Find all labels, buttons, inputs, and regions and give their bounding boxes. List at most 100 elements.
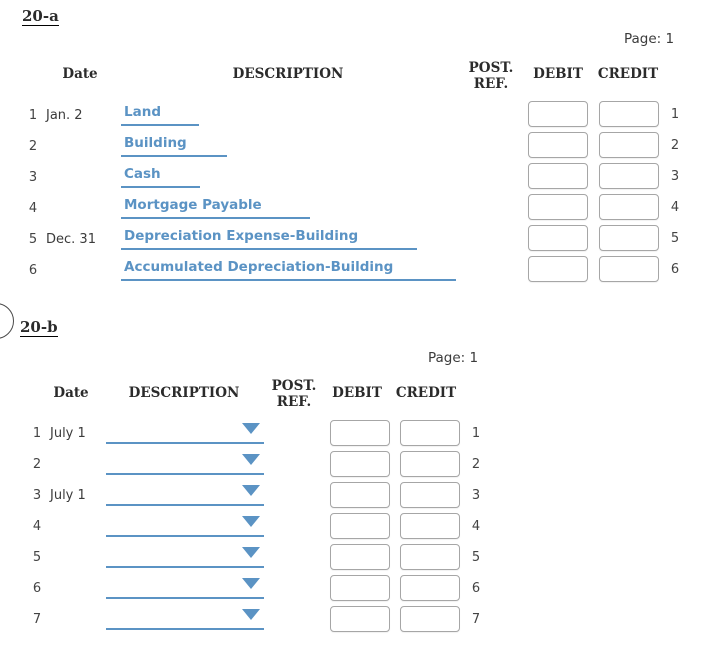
debit-input[interactable]	[330, 420, 390, 446]
header-post-ref-line1-20b: POST.	[271, 378, 317, 394]
row-number-right: 6	[471, 581, 481, 596]
header-description-20a: DESCRIPTION	[232, 66, 344, 82]
row-number-right: 7	[471, 612, 481, 627]
section-label-20a: 20-a	[22, 7, 59, 26]
select-underline	[106, 472, 264, 475]
row-number-right: 1	[670, 107, 680, 122]
description-select[interactable]	[106, 485, 264, 506]
debit-input[interactable]	[528, 101, 588, 127]
header-post-ref-line2-20a: REF.	[473, 76, 509, 92]
chevron-down-icon	[242, 578, 260, 589]
row-description: Depreciation Expense-Building	[124, 228, 359, 244]
select-underline	[106, 441, 264, 444]
row-number: 3	[32, 488, 42, 503]
credit-input[interactable]	[400, 606, 460, 632]
select-underline	[106, 565, 264, 568]
debit-input[interactable]	[528, 225, 588, 251]
section-label-20b: 20-b	[20, 318, 58, 337]
row-number: 6	[28, 263, 38, 278]
row-number-right: 5	[471, 550, 481, 565]
row-number: 4	[32, 519, 42, 534]
row-number: 2	[32, 457, 42, 472]
chevron-down-icon	[242, 485, 260, 496]
debit-input[interactable]	[330, 575, 390, 601]
description-select[interactable]	[106, 547, 264, 568]
header-credit-20a: CREDIT	[597, 66, 659, 82]
debit-input[interactable]	[330, 606, 390, 632]
row-date: July 1	[50, 426, 86, 441]
row-number: 1	[32, 426, 42, 441]
header-post-ref-20a: POST. REF.	[455, 60, 527, 92]
row-number: 7	[32, 612, 42, 627]
description-underline	[121, 155, 227, 157]
row-description: Accumulated Depreciation-Building	[124, 259, 394, 275]
debit-input[interactable]	[528, 256, 588, 282]
debit-input[interactable]	[528, 132, 588, 158]
row-number-right: 4	[670, 200, 680, 215]
description-underline	[121, 279, 456, 281]
row-date: July 1	[50, 488, 86, 503]
header-post-ref-20b: POST. REF.	[260, 378, 328, 410]
row-number-right: 2	[670, 138, 680, 153]
header-post-ref-line1-20a: POST.	[468, 60, 514, 76]
row-number-right: 1	[471, 426, 481, 441]
header-post-ref-line2-20b: REF.	[276, 394, 312, 410]
header-debit-20b: DEBIT	[332, 385, 382, 401]
debit-input[interactable]	[330, 544, 390, 570]
row-number: 4	[28, 201, 38, 216]
row-date: Jan. 2	[46, 108, 83, 123]
row-number-right: 2	[471, 457, 481, 472]
description-select[interactable]	[106, 516, 264, 537]
chevron-down-icon	[242, 423, 260, 434]
credit-input[interactable]	[599, 101, 659, 127]
header-credit-20b: CREDIT	[395, 385, 457, 401]
description-underline	[121, 248, 417, 250]
credit-input[interactable]	[599, 256, 659, 282]
chevron-down-icon	[242, 516, 260, 527]
description-underline	[121, 217, 310, 219]
description-select[interactable]	[106, 454, 264, 475]
description-select[interactable]	[106, 423, 264, 444]
credit-input[interactable]	[599, 163, 659, 189]
credit-input[interactable]	[400, 544, 460, 570]
debit-input[interactable]	[528, 194, 588, 220]
row-number-right: 6	[670, 262, 680, 277]
chevron-down-icon	[242, 454, 260, 465]
description-select[interactable]	[106, 609, 264, 630]
row-description: Building	[124, 135, 187, 151]
row-number: 2	[28, 139, 38, 154]
row-number: 5	[28, 232, 38, 247]
chevron-down-icon	[242, 547, 260, 558]
row-description: Mortgage Payable	[124, 197, 262, 213]
header-date-20a: Date	[62, 66, 98, 82]
header-date-20b: Date	[53, 385, 89, 401]
row-number-right: 3	[471, 488, 481, 503]
page-label-20b: Page: 1	[428, 350, 479, 366]
row-date: Dec. 31	[46, 232, 96, 247]
row-number: 1	[28, 108, 38, 123]
description-underline	[121, 124, 199, 126]
row-description: Land	[124, 104, 161, 120]
credit-input[interactable]	[599, 194, 659, 220]
select-underline	[106, 534, 264, 537]
row-number: 3	[28, 170, 38, 185]
debit-input[interactable]	[330, 482, 390, 508]
select-underline	[106, 596, 264, 599]
debit-input[interactable]	[330, 451, 390, 477]
credit-input[interactable]	[599, 132, 659, 158]
page-label-20a: Page: 1	[624, 31, 675, 47]
credit-input[interactable]	[400, 513, 460, 539]
header-description-20b: DESCRIPTION	[128, 385, 240, 401]
select-underline	[106, 503, 264, 506]
description-select[interactable]	[106, 578, 264, 599]
credit-input[interactable]	[400, 451, 460, 477]
debit-input[interactable]	[330, 513, 390, 539]
header-debit-20a: DEBIT	[533, 66, 583, 82]
credit-input[interactable]	[400, 482, 460, 508]
credit-input[interactable]	[400, 420, 460, 446]
credit-input[interactable]	[599, 225, 659, 251]
row-number: 5	[32, 550, 42, 565]
credit-input[interactable]	[400, 575, 460, 601]
row-description: Cash	[124, 166, 161, 182]
debit-input[interactable]	[528, 163, 588, 189]
